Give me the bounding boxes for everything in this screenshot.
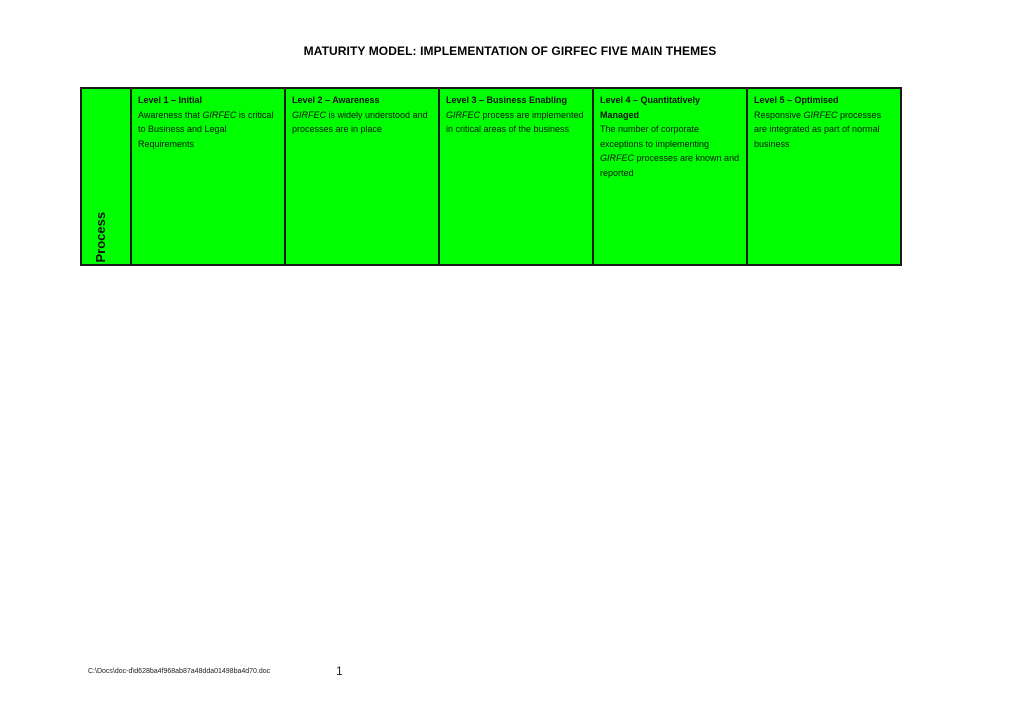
level-heading: Level 4 – Quantitatively Managed (600, 95, 701, 120)
level-heading: Level 1 – Initial (138, 95, 203, 105)
theme-cell: Process (80, 87, 132, 266)
level-heading: Level 2 – Awareness (292, 95, 380, 105)
girfec-term: GIRFEC (202, 109, 237, 120)
level-2-cell: Level 2 – Awareness GIRFEC is widely und… (284, 87, 440, 266)
footer-file-path: C:\Docs\doc-d\d628ba4f968ab87a48dda01498… (88, 668, 271, 675)
document-title: MATURITY MODEL: IMPLEMENTATION OF GIRFEC… (303, 44, 717, 58)
girfec-term: GIRFEC (446, 109, 481, 120)
level-text: Responsive (754, 109, 804, 120)
maturity-table: Process Level 1 – Initial Awareness that… (80, 87, 902, 266)
level-heading: Level 3 – Business Enabling (446, 95, 568, 105)
level-4-cell: Level 4 – Quantitatively Managed The num… (592, 87, 748, 266)
level-text: Awareness that (138, 109, 203, 120)
table-row: Process Level 1 – Initial Awareness that… (80, 87, 902, 266)
level-heading: Level 5 – Optimised (754, 95, 839, 105)
girfec-term: GIRFEC (600, 153, 635, 163)
girfec-term: GIRFEC (803, 109, 838, 120)
level-3-cell: Level 3 – Business Enabling GIRFEC proce… (438, 87, 594, 266)
level-text: The number of corporate exceptions to im… (600, 124, 710, 149)
page-number: 1 (336, 664, 343, 678)
level-5-cell: Level 5 – Optimised Responsive GIRFEC pr… (746, 87, 902, 266)
level-1-cell: Level 1 – Initial Awareness that GIRFEC … (130, 87, 286, 266)
girfec-term: GIRFEC (292, 109, 327, 120)
theme-label: Process (93, 211, 108, 262)
